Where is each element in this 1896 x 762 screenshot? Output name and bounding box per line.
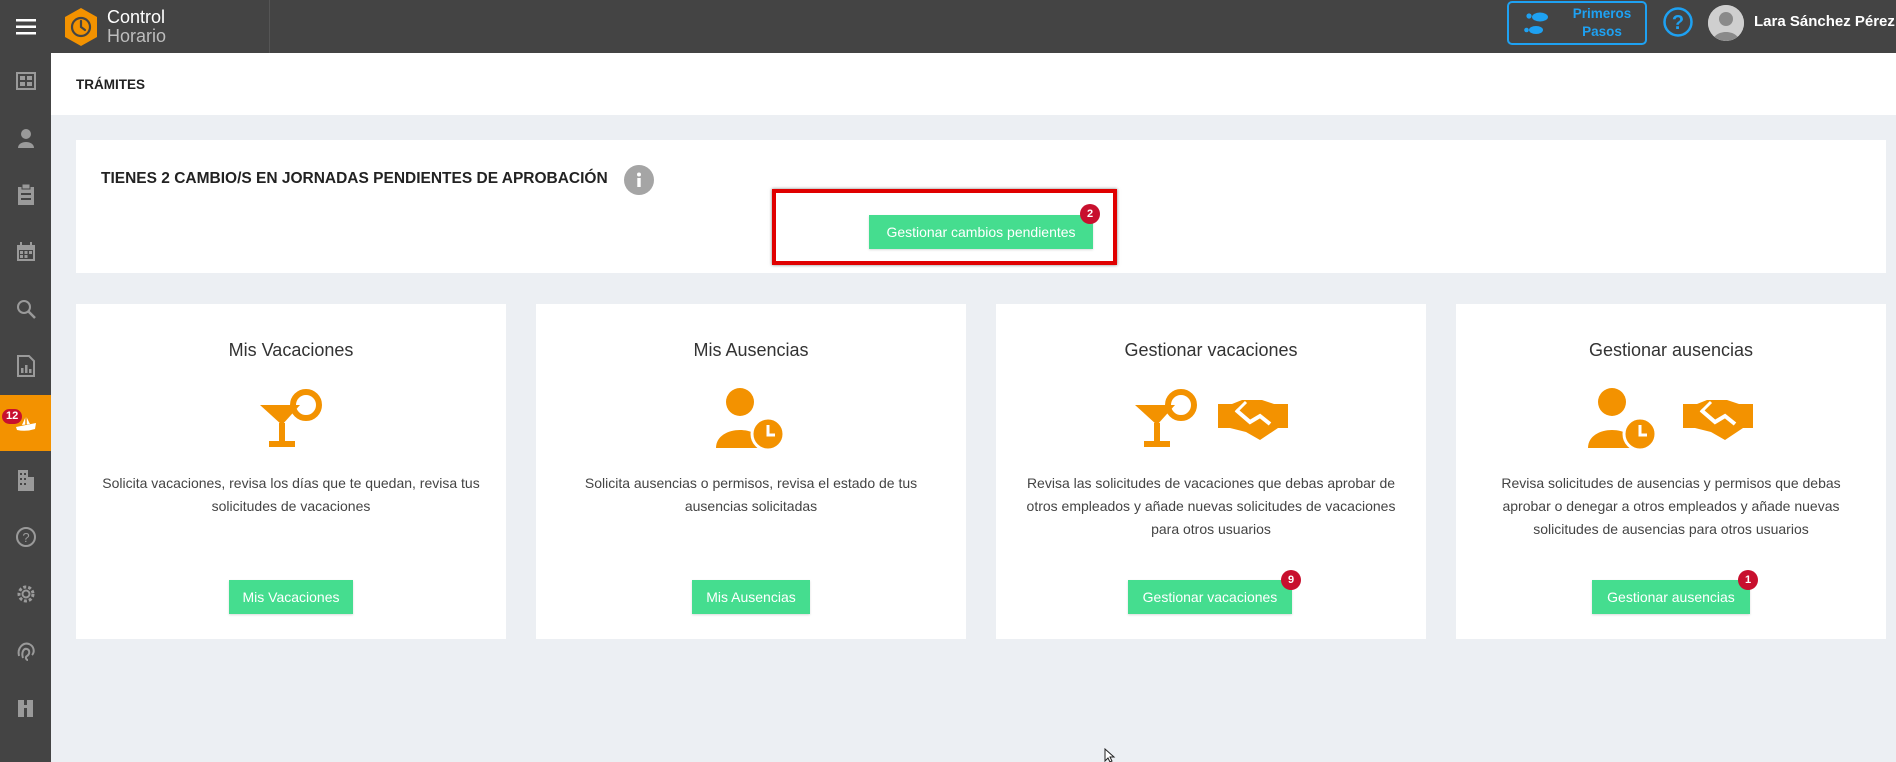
user-clock-icon xyxy=(716,388,786,452)
first-steps-label: Primeros Pasos xyxy=(1572,6,1632,39)
svg-text:?: ? xyxy=(22,530,29,545)
sidebar-item-settings[interactable] xyxy=(0,566,51,622)
hamburger-menu-icon[interactable] xyxy=(0,0,51,53)
sidebar-item-search[interactable] xyxy=(0,281,51,337)
user-name: Lara Sánchez Pérez xyxy=(1754,13,1895,30)
my-vacations-button[interactable]: Mis Vacaciones xyxy=(229,580,353,614)
cocktail-icon xyxy=(1135,389,1197,447)
mouse-cursor-icon xyxy=(1104,748,1116,762)
my-absences-label: Mis Ausencias xyxy=(706,589,796,605)
manage-vacations-badge: 9 xyxy=(1281,570,1301,590)
sidebar-item-company[interactable] xyxy=(0,452,51,508)
first-steps-button[interactable]: Primeros Pasos xyxy=(1507,1,1647,45)
gear-icon xyxy=(17,585,34,603)
user-clock-icon xyxy=(1588,388,1658,452)
user-menu[interactable]: Lara Sánchez Pérez ▾ xyxy=(1754,13,1896,30)
card-description: Solicita ausencias o permisos, revisa el… xyxy=(584,475,918,514)
manage-pending-changes-button[interactable]: Gestionar cambios pendientes xyxy=(869,215,1093,249)
sidebar-item-calendar[interactable] xyxy=(0,224,51,280)
dashboard-icon xyxy=(15,72,36,90)
clock-logo-icon xyxy=(65,7,97,46)
manage-vacations-button[interactable]: Gestionar vacaciones xyxy=(1128,580,1292,614)
page-title: TRÁMITES xyxy=(76,77,145,92)
sidebar-badge: 12 xyxy=(2,409,23,424)
svg-text:?: ? xyxy=(1672,12,1684,34)
my-absences-button[interactable]: Mis Ausencias xyxy=(692,580,810,614)
top-bar: Control Horario Primeros Pasos ? Lara Sá… xyxy=(0,0,1896,53)
info-icon[interactable] xyxy=(624,165,654,195)
sidebar-item-biometrics[interactable] xyxy=(0,623,51,679)
search-icon xyxy=(16,300,36,319)
tools-icon xyxy=(17,700,33,717)
sidebar-item-users[interactable] xyxy=(0,110,51,166)
cocktail-icon xyxy=(260,389,322,447)
help-circle-icon[interactable]: ? xyxy=(1662,6,1694,38)
fingerprint-icon xyxy=(17,642,35,661)
pending-changes-title: TIENES 2 CAMBIO/S EN JORNADAS PENDIENTES… xyxy=(101,170,608,187)
card-title: Gestionar vacaciones xyxy=(1124,340,1298,360)
manage-pending-changes-label: Gestionar cambios pendientes xyxy=(886,224,1076,240)
user-icon xyxy=(17,129,34,148)
footsteps-icon xyxy=(1524,12,1548,34)
pending-changes-badge: 2 xyxy=(1080,204,1100,224)
card-description: Revisa las solicitudes de vacaciones que… xyxy=(1026,475,1396,537)
calendar-icon xyxy=(16,242,35,261)
avatar[interactable] xyxy=(1708,5,1744,41)
building-icon xyxy=(17,470,34,491)
clipboard-icon xyxy=(17,184,34,205)
handshake-icon xyxy=(1218,400,1288,440)
sidebar-item-tools[interactable] xyxy=(0,680,51,736)
brand-subtitle: Horario xyxy=(107,25,167,46)
card-title: Gestionar ausencias xyxy=(1588,340,1754,360)
sidebar-item-tramites[interactable]: 12 xyxy=(0,395,51,451)
help-icon: ? xyxy=(15,527,36,547)
page-header: TRÁMITES xyxy=(51,53,1896,115)
manage-vacations-label: Gestionar vacaciones xyxy=(1142,589,1278,605)
card-title: Mis Vacaciones xyxy=(228,340,354,360)
sidebar-item-help[interactable]: ? xyxy=(0,509,51,565)
manage-absences-badge: 1 xyxy=(1738,570,1758,590)
card-title: Mis Ausencias xyxy=(693,340,809,360)
brand-title: Control xyxy=(107,6,166,27)
card-description: Revisa solicitudes de ausencias y permis… xyxy=(1501,475,1841,537)
sidebar-item-tasks[interactable] xyxy=(0,167,51,223)
report-icon xyxy=(16,355,35,377)
my-vacations-label: Mis Vacaciones xyxy=(242,589,340,605)
sidebar: 12 ? xyxy=(0,53,51,762)
manage-absences-button[interactable]: Gestionar ausencias xyxy=(1592,580,1750,614)
manage-absences-label: Gestionar ausencias xyxy=(1607,589,1735,605)
sidebar-item-reports[interactable] xyxy=(0,338,51,394)
brand[interactable]: Control Horario xyxy=(51,0,270,53)
sidebar-item-dashboard[interactable] xyxy=(0,53,51,109)
handshake-icon xyxy=(1683,400,1753,440)
card-description: Solicita vacaciones, revisa los días que… xyxy=(102,475,480,514)
